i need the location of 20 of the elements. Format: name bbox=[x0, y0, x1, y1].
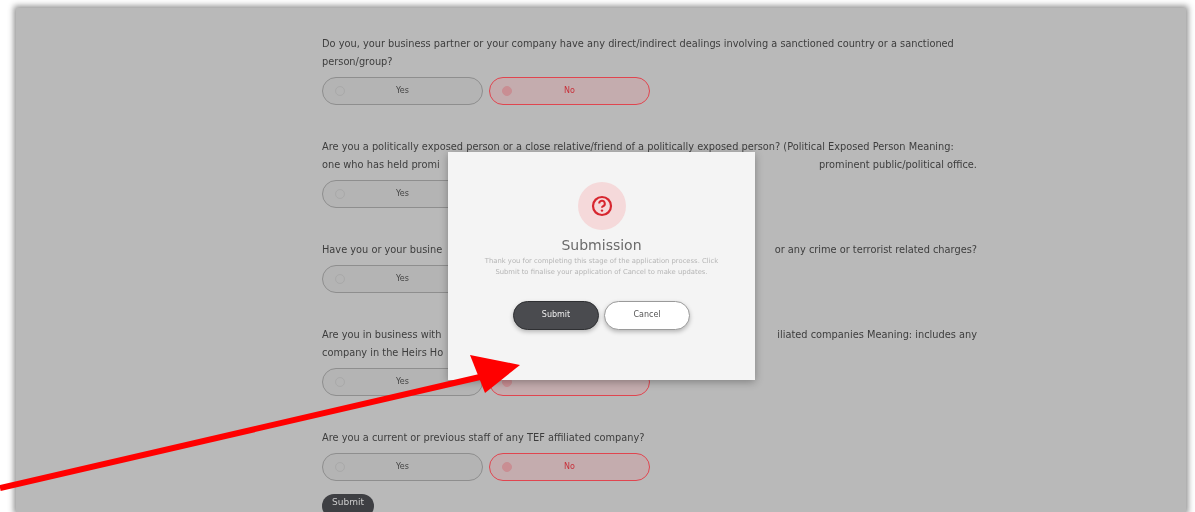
radio-option[interactable]: Yes bbox=[322, 453, 483, 481]
question-text: or any crime or terrorist related charges? bbox=[774, 243, 977, 257]
submit-button[interactable]: Submit bbox=[513, 300, 599, 330]
question-text: person/group? bbox=[322, 55, 393, 69]
modal-title: Submission bbox=[560, 237, 643, 254]
cancel-button[interactable]: Cancel bbox=[604, 300, 690, 330]
question-text: Are you in business with bbox=[322, 328, 442, 342]
question-text: prominent public/political office. bbox=[819, 158, 977, 172]
question-icon bbox=[577, 182, 626, 230]
question-text: iliated companies Meaning: includes any bbox=[777, 328, 977, 342]
question-text: company in the Heirs Ho bbox=[322, 346, 444, 360]
question-text: one who has held promi bbox=[322, 158, 440, 172]
radio-option[interactable]: Yes bbox=[322, 77, 483, 105]
question-text: Are you a current or previous staff of any TEF affiliated company? bbox=[322, 431, 645, 445]
radio-option[interactable]: No bbox=[489, 77, 650, 105]
radio-option[interactable]: No bbox=[489, 453, 650, 481]
submit-button[interactable]: Submit bbox=[322, 494, 374, 512]
question-text: Are you a politically exposed person or a close relative/friend of a politically exposed person? (Political Exposed Person Meaning: bbox=[322, 140, 954, 154]
question-text: Do you, your business partner or your company have any direct/indirect dealings involving a sanctioned country or a sanctioned bbox=[322, 37, 954, 51]
question-text: Have you or your busine bbox=[322, 243, 443, 257]
